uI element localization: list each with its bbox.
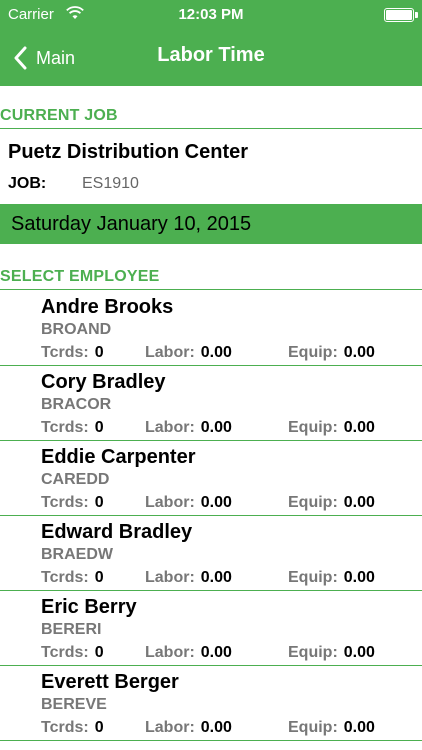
employee-name: Cory Bradley — [41, 371, 166, 393]
navigation-bar: Main Labor Time — [0, 30, 422, 86]
employee-row[interactable]: Edward Bradley BRAEDW Tcrds: 0 Labor: 0.00… — [0, 516, 422, 591]
employee-code: BEREVE — [41, 696, 107, 713]
employee-name: Eric Berry — [41, 596, 137, 618]
divider — [0, 128, 422, 129]
status-bar: Carrier 12:03 PM — [0, 0, 422, 30]
divider — [0, 289, 422, 290]
employee-code: BRAEDW — [41, 546, 113, 563]
job-code-value: ES1910 — [82, 175, 139, 192]
employee-name: Eddie Carpenter — [41, 446, 196, 468]
labor-stat: Labor: 0.00 — [145, 494, 232, 511]
employee-row[interactable]: Cory Bradley BRACOR Tcrds: 0 Labor: 0.00 E… — [0, 366, 422, 441]
job-code-label: JOB: — [8, 175, 47, 192]
timecards-stat: Tcrds: 0 — [41, 719, 104, 736]
employee-name: Edward Bradley — [41, 521, 193, 543]
equipment-stat: Equip: 0.00 — [288, 344, 375, 361]
labor-stat: Labor: 0.00 — [145, 644, 232, 661]
timecards-stat: Tcrds: 0 — [41, 644, 104, 661]
timecards-stat: Tcrds: 0 — [41, 569, 104, 586]
select-employee-header: SELECT EMPLOYEE — [0, 268, 160, 285]
employee-row[interactable]: Everett Berger BEREVE Tcrds: 0 Labor: 0.00… — [0, 666, 422, 741]
job-code-row: JOB: ES1910 — [8, 175, 139, 193]
labor-stat: Labor: 0.00 — [145, 419, 232, 436]
clock-time: 12:03 PM — [178, 6, 244, 23]
date-label: Saturday January 10, 2015 — [11, 213, 252, 235]
employee-code: BRACOR — [41, 396, 112, 413]
employee-row[interactable]: Eddie Carpenter CAREDD Tcrds: 0 Labor: 0.0… — [0, 441, 422, 516]
job-name: Puetz Distribution Center — [8, 141, 249, 163]
labor-stat: Labor: 0.00 — [145, 344, 232, 361]
employee-code: BERERI — [41, 621, 102, 638]
equipment-stat: Equip: 0.00 — [288, 419, 375, 436]
page-title: Labor Time — [157, 44, 265, 66]
employee-row[interactable]: Andre Brooks BROAND Tcrds: 0 Labor: 0.00 E… — [0, 291, 422, 366]
date-bar[interactable]: Saturday January 10, 2015 — [0, 204, 422, 244]
equipment-stat: Equip: 0.00 — [288, 494, 375, 511]
current-job-header: CURRENT JOB — [0, 107, 118, 124]
timecards-stat: Tcrds: 0 — [41, 344, 104, 361]
employee-code: BROAND — [41, 321, 112, 338]
equipment-stat: Equip: 0.00 — [288, 644, 375, 661]
labor-stat: Labor: 0.00 — [145, 719, 232, 736]
battery-icon — [384, 8, 418, 22]
employee-code: CAREDD — [41, 471, 110, 488]
equipment-stat: Equip: 0.00 — [288, 719, 375, 736]
employee-row[interactable]: Eric Berry BERERI Tcrds: 0 Labor: 0.00 Equ… — [0, 591, 422, 666]
employee-name: Everett Berger — [41, 671, 179, 693]
timecards-stat: Tcrds: 0 — [41, 494, 104, 511]
equipment-stat: Equip: 0.00 — [288, 569, 375, 586]
labor-stat: Labor: 0.00 — [145, 569, 232, 586]
employee-name: Andre Brooks — [41, 296, 174, 318]
employee-list: Andre Brooks BROAND Tcrds: 0 Labor: 0.00 E… — [0, 291, 422, 741]
timecards-stat: Tcrds: 0 — [41, 419, 104, 436]
